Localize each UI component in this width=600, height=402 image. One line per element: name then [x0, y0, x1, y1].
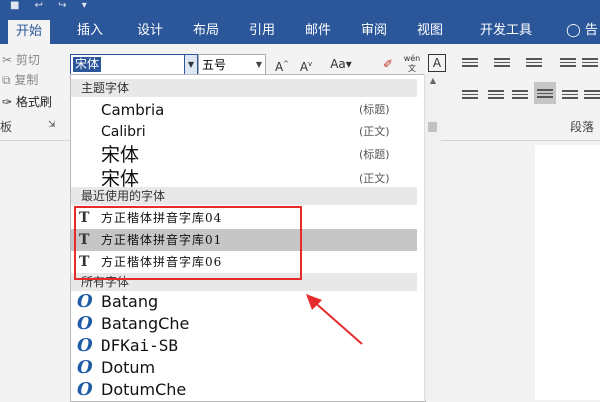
font-item-songti-heading[interactable]: 宋体 (标题) — [71, 143, 417, 167]
phonetic-guide-label: wén — [403, 54, 421, 63]
format-painter-button[interactable]: ✑ 格式刷 — [2, 92, 52, 112]
quick-access-toolbar[interactable]: ■ ↩ ↪ ▾ — [10, 0, 93, 14]
dropdown-scrollbar[interactable]: ▲ — [424, 74, 441, 400]
tab-review[interactable]: 审阅 — [354, 18, 394, 44]
font-item-name: DFKai-SB — [101, 336, 179, 355]
align-center-icon[interactable] — [488, 88, 504, 102]
tab-tell-me-label: 告 — [584, 23, 598, 38]
scroll-up-icon[interactable]: ▲ — [425, 76, 441, 85]
copy-button[interactable]: ⧉ 复制 — [2, 70, 38, 90]
tab-design[interactable]: 设计 — [130, 18, 170, 44]
justify-icon — [537, 87, 553, 101]
paintbrush-icon: ✑ — [2, 95, 13, 109]
tab-mailings[interactable]: 邮件 — [298, 18, 338, 44]
tab-developer[interactable]: 开发工具 — [470, 18, 542, 44]
recent-fonts-header: 最近使用的字体 — [71, 187, 417, 205]
title-bar: ■ ↩ ↪ ▾ — [0, 0, 600, 18]
font-item-name: DotumChe — [101, 380, 187, 399]
copy-label: 复制 — [14, 73, 39, 87]
tab-tell-me[interactable]: ◯ 告 — [564, 18, 600, 44]
font-item-cambria[interactable]: Cambria (标题) — [71, 99, 417, 121]
chevron-down-icon: ▼ — [187, 60, 195, 69]
font-item-dotum[interactable]: O Dotum — [71, 357, 417, 379]
font-item-name: Batang — [101, 292, 159, 311]
increase-indent-icon[interactable] — [582, 56, 598, 70]
distributed-icon[interactable] — [562, 88, 578, 102]
font-name-value: 宋体 — [73, 57, 102, 72]
align-right-icon[interactable] — [512, 88, 528, 102]
document-page[interactable] — [535, 145, 600, 400]
shrink-font-button[interactable]: Av — [296, 54, 316, 74]
clipboard-group-label: 板 — [0, 120, 13, 134]
clear-formatting-icon[interactable]: ✐ — [378, 54, 398, 74]
lightbulb-icon: ◯ — [566, 23, 581, 38]
tab-insert[interactable]: 插入 — [70, 18, 110, 44]
phonetic-guide-button[interactable]: wén 文 — [402, 54, 422, 74]
font-dropdown-button[interactable]: ▼ — [184, 54, 198, 76]
theme-fonts-header: 主题字体 — [71, 79, 417, 97]
opentype-icon: O — [77, 335, 93, 356]
font-item-tag: (正文) — [359, 125, 390, 138]
character-border-button[interactable]: A — [428, 54, 446, 72]
clipboard-launcher-icon[interactable]: ⇲ — [48, 120, 56, 130]
numbering-icon[interactable] — [494, 56, 510, 70]
font-item-name: 宋体 — [101, 144, 140, 166]
cut-button[interactable]: ✂ 剪切 — [2, 50, 40, 70]
multilevel-list-icon[interactable] — [526, 56, 542, 70]
chevron-down-icon: ▼ — [255, 60, 262, 69]
highlight-box — [74, 206, 302, 280]
font-item-name: Calibri — [101, 124, 146, 140]
align-left-icon[interactable] — [462, 88, 478, 102]
cut-label: 剪切 — [15, 53, 40, 67]
opentype-icon: O — [77, 379, 93, 400]
opentype-icon: O — [77, 357, 93, 378]
justify-button[interactable] — [534, 82, 556, 104]
font-item-tag: (标题) — [359, 148, 390, 161]
font-name-input[interactable]: 宋体 — [70, 54, 186, 76]
opentype-icon: O — [77, 313, 93, 334]
copy-icon: ⧉ — [2, 73, 11, 87]
ribbon-tabs: 开始 插入 设计 布局 引用 邮件 审阅 视图 开发工具 ◯ 告 — [0, 18, 600, 44]
font-item-dotumche[interactable]: O DotumChe — [71, 379, 417, 401]
font-item-calibri[interactable]: Calibri (正文) — [71, 121, 417, 143]
change-case-button[interactable]: Aa▾ — [328, 54, 354, 74]
font-size-value: 五号 — [202, 58, 227, 72]
font-item-name: BatangChe — [101, 314, 190, 333]
font-item-tag: (标题) — [359, 103, 390, 116]
bullets-icon[interactable] — [462, 56, 478, 70]
change-case-label: Aa — [330, 57, 346, 71]
decrease-indent-icon[interactable] — [560, 56, 576, 70]
grow-font-button[interactable]: A^ — [272, 54, 292, 74]
line-spacing-icon[interactable] — [584, 88, 600, 102]
scissors-icon: ✂ — [2, 53, 13, 67]
format-painter-label: 格式刷 — [15, 95, 52, 109]
scrollbar-thumb[interactable] — [428, 122, 437, 132]
paragraph-group-label: 段落 — [570, 120, 595, 134]
font-item-name: Cambria — [101, 101, 165, 119]
tab-view[interactable]: 视图 — [410, 18, 450, 44]
font-size-select[interactable]: 五号 ▼ — [198, 54, 266, 76]
opentype-icon: O — [77, 291, 93, 312]
tab-layout[interactable]: 布局 — [186, 18, 226, 44]
annotation-arrow — [306, 294, 363, 345]
font-item-name: Dotum — [101, 358, 156, 377]
tab-home[interactable]: 开始 — [8, 20, 50, 44]
tab-references[interactable]: 引用 — [242, 18, 282, 44]
